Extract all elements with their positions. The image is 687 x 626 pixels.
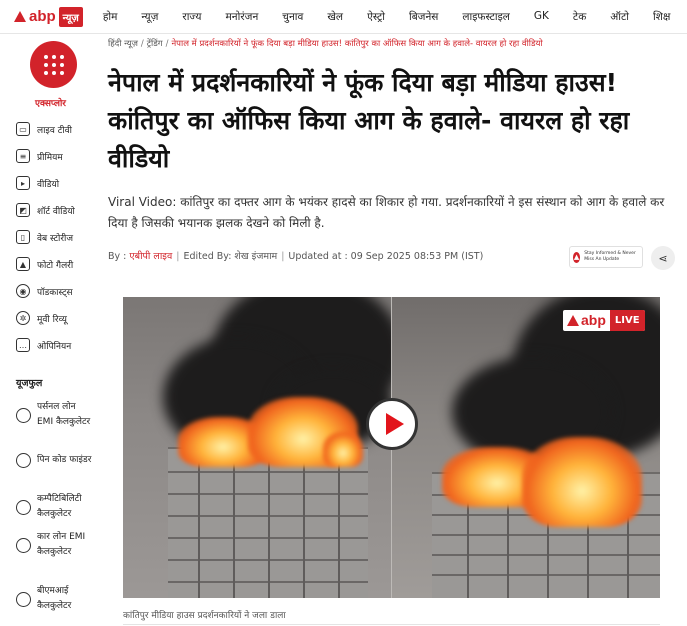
calc-label: पर्सनल लोन EMI कैलकुलेटर xyxy=(37,402,91,427)
nav-education[interactable]: शिक्ष xyxy=(653,10,670,24)
sidebar-calc-car-loan[interactable]: कार लोन EMI कैलकुलेटर xyxy=(16,530,93,560)
sidebar-item-live-tv[interactable]: ▭ लाइव टीवी xyxy=(16,121,72,137)
abp-logo-triangle-icon xyxy=(14,11,26,22)
podcast-icon: ◉ xyxy=(16,284,30,298)
logo-badge: न्यूज़ xyxy=(58,6,83,27)
sidebar-item-podcasts[interactable]: ◉ पॉडकास्ट्स xyxy=(16,283,73,299)
play-button[interactable] xyxy=(366,398,418,450)
sidebar-item-label: शॉर्ट वीडियो xyxy=(37,206,75,217)
breadcrumb-home[interactable]: हिंदी न्यूज़ xyxy=(108,39,138,49)
video-frame-left xyxy=(123,297,391,598)
nav-business[interactable]: बिजनेस xyxy=(409,10,438,24)
abp-logo-triangle-icon xyxy=(567,315,579,326)
calc-label: पिन कोड फाइंडर xyxy=(37,455,92,465)
photo-icon: ▲ xyxy=(16,257,30,271)
nav-gk[interactable]: GK xyxy=(534,10,549,24)
search-icon xyxy=(16,453,31,468)
explore-button[interactable] xyxy=(30,41,77,88)
sidebar-calc-bmi[interactable]: बीएमआई कैलकुलेटर xyxy=(16,584,93,614)
grid-dots-icon xyxy=(43,54,64,75)
sidebar-item-short-video[interactable]: ◩ शॉर्ट वीडियो xyxy=(16,202,75,218)
share-icon: ⋖ xyxy=(658,251,668,265)
sidebar-calc-pincode[interactable]: पिन कोड फाइंडर xyxy=(16,453,93,468)
by-prefix: By : xyxy=(108,251,130,262)
nav-links: होम न्यूज़ राज्य मनोरंजन चुनाव खेल ऐस्ट्… xyxy=(103,10,687,24)
breadcrumb-current: नेपाल में प्रदर्शनकारियों ने फूंक दिया ब… xyxy=(171,39,543,49)
nav-astro[interactable]: ऐस्ट्रो xyxy=(367,10,385,24)
divider xyxy=(123,624,660,625)
play-icon: ▸ xyxy=(16,176,30,190)
article-subhead: Viral Video: कांतिपुर का दफ्तर आग के भयं… xyxy=(108,195,665,230)
breadcrumb: हिंदी न्यूज़ / ट्रेंडिंग / नेपाल में प्रदर्श… xyxy=(108,39,543,49)
article-headline: नेपाल में प्रदर्शनकारियों ने फूंक दिया ब… xyxy=(108,68,630,173)
abp-news-logo[interactable]: abp न्यूज़ xyxy=(14,0,83,34)
author-link[interactable]: एबीपी लाइव xyxy=(129,251,172,262)
stay-informed-badge[interactable]: ▲ Stay Informed & Never Miss An Update xyxy=(569,246,643,268)
sidebar-item-video[interactable]: ▸ वीडियो xyxy=(16,175,59,191)
left-sidebar: एक्सप्लोर ▭ लाइव टीवी ≡ प्रीमियम ▸ वीडिय… xyxy=(0,34,96,626)
sidebar-item-label: लाइव टीवी xyxy=(37,125,72,136)
sidebar-item-label: प्रीमियम xyxy=(37,152,63,163)
stay-informed-text: Stay Informed & Never Miss An Update xyxy=(584,251,636,262)
nav-entertainment[interactable]: मनोरंजन xyxy=(226,10,259,24)
person-icon xyxy=(16,537,31,553)
badge-live: LIVE xyxy=(609,310,645,331)
sidebar-item-label: मूवी रिव्यू xyxy=(37,314,67,325)
newspaper-icon: ≡ xyxy=(16,149,30,163)
nav-lifestyle[interactable]: लाइफस्टाइल xyxy=(462,10,509,24)
badge-brand: abp xyxy=(581,312,606,328)
calc-label: कार लोन EMI कैलकुलेटर xyxy=(37,532,86,557)
nav-elections[interactable]: चुनाव xyxy=(282,10,303,24)
play-icon xyxy=(385,413,404,435)
calc-label: कम्पैटिबिलिटी कैलकुलेटर xyxy=(37,494,82,519)
nav-news[interactable]: न्यूज़ xyxy=(141,10,158,24)
breadcrumb-section[interactable]: ट्रेंडिंग xyxy=(147,39,163,49)
calculator-icon xyxy=(16,407,31,423)
sidebar-item-label: वीडियो xyxy=(37,179,60,190)
tv-icon: ▭ xyxy=(16,122,30,136)
sidebar-calc-personal-loan[interactable]: पर्सनल लोन EMI कैलकुलेटर xyxy=(16,400,93,430)
sidebar-item-label: ओपिनियन xyxy=(37,341,72,352)
short-video-icon: ◩ xyxy=(16,203,30,217)
bmi-icon xyxy=(16,591,31,607)
nav-auto[interactable]: ऑटो xyxy=(610,10,629,24)
sidebar-calc-compatibility[interactable]: कम्पैटिबिलिटी कैलकुलेटर xyxy=(16,492,93,522)
sidebar-item-photo-gallery[interactable]: ▲ फोटो गैलरी xyxy=(16,256,73,272)
edited-by: Edited By: शेख इंजमाम xyxy=(183,251,278,262)
sidebar-item-label: पॉडकास्ट्स xyxy=(37,287,73,298)
sidebar-item-movie-review[interactable]: ✲ मूवी रिव्यू xyxy=(16,310,67,326)
heart-icon xyxy=(16,499,31,515)
nav-sports[interactable]: खेल xyxy=(327,10,343,24)
logo-text: abp xyxy=(29,8,56,25)
nav-tech[interactable]: टेक xyxy=(573,10,586,24)
sidebar-item-label: फोटो गैलरी xyxy=(37,260,74,271)
sidebar-section-useful: यूजफुल xyxy=(16,378,43,389)
updated-at: Updated at : 09 Sep 2025 08:53 PM (IST) xyxy=(288,251,484,262)
sidebar-item-web-stories[interactable]: ▯ वेब स्टोरीज xyxy=(16,229,73,245)
abp-logo-icon: ▲ xyxy=(573,251,581,263)
top-navbar: abp न्यूज़ होम न्यूज़ राज्य मनोरंजन चुना… xyxy=(0,0,687,34)
nav-states[interactable]: राज्य xyxy=(182,10,201,24)
calc-label: बीएमआई कैलकुलेटर xyxy=(37,586,72,611)
video-player[interactable]: abp LIVE xyxy=(123,297,660,598)
sidebar-item-premium[interactable]: ≡ प्रीमियम xyxy=(16,148,63,164)
sidebar-item-opinion[interactable]: … ओपिनियन xyxy=(16,337,71,353)
nav-home[interactable]: होम xyxy=(103,10,118,24)
share-button[interactable]: ⋖ xyxy=(651,246,675,270)
explore-label: एक्सप्लोर xyxy=(35,99,66,109)
film-reel-icon: ✲ xyxy=(16,311,30,325)
abp-live-badge: abp LIVE xyxy=(563,310,645,331)
comment-icon: … xyxy=(16,338,30,352)
video-caption: कांतिपुर मीडिया हाउस प्रदर्शनकारियों ने … xyxy=(123,611,286,621)
byline: By : एबीपी लाइव | Edited By: शेख इंजमाम | Up… xyxy=(108,251,484,262)
stories-icon: ▯ xyxy=(16,230,30,244)
sidebar-item-label: वेब स्टोरीज xyxy=(37,233,74,244)
video-frame-right xyxy=(392,297,660,598)
